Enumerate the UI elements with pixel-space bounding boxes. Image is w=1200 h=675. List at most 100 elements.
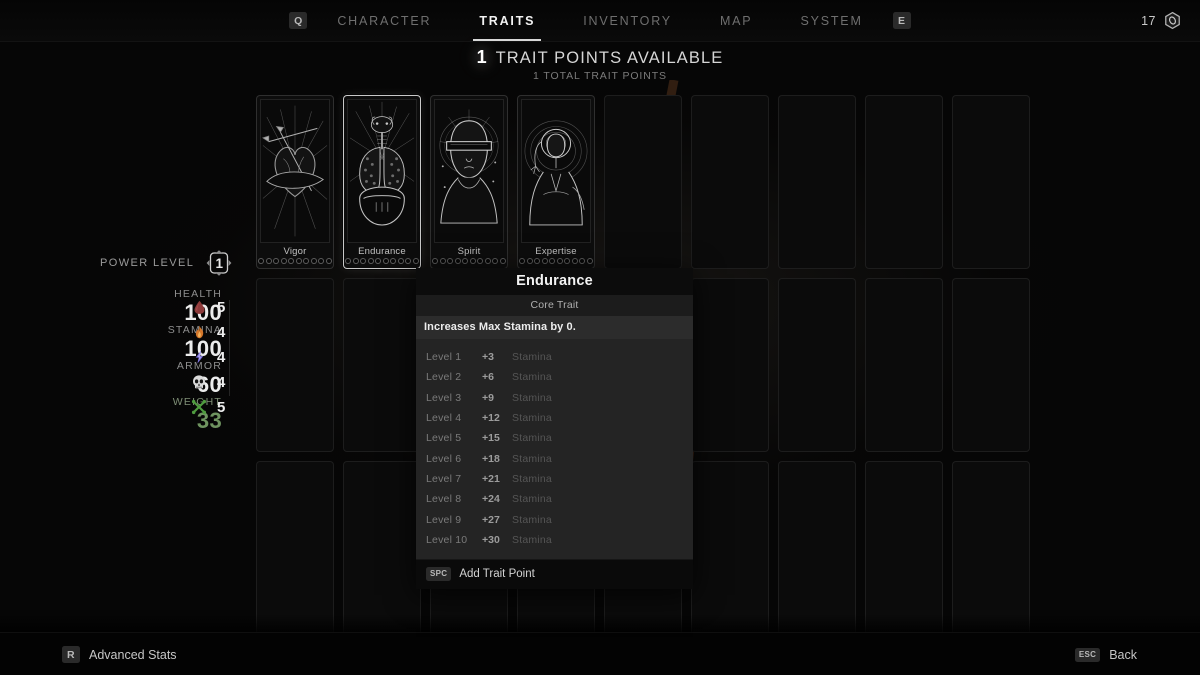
empty-trait-slot[interactable] <box>343 461 421 635</box>
resistance-value: 5 <box>217 398 226 416</box>
trait-pip <box>477 258 484 264</box>
nav-next-key[interactable]: E <box>887 0 917 41</box>
tooltip-level-label: Level 5 <box>426 432 462 445</box>
trait-pip <box>469 258 476 264</box>
trait-pip <box>382 258 389 264</box>
tooltip-level-row: Level 9 +27 Stamina <box>416 509 693 529</box>
tooltip-level-stat: Stamina <box>512 493 552 506</box>
trait-pip <box>390 258 397 264</box>
nav-prev-key[interactable]: Q <box>283 0 313 41</box>
trait-card-level-pips <box>344 258 420 268</box>
empty-trait-slot[interactable] <box>778 278 856 452</box>
empty-trait-slot[interactable] <box>343 278 421 452</box>
trait-card-name: Vigor <box>283 246 307 257</box>
tooltip-level-label: Level 7 <box>426 472 462 485</box>
tooltip-level-amount: +6 <box>482 371 494 384</box>
trait-pip <box>367 258 374 264</box>
empty-trait-slot[interactable] <box>952 461 1030 635</box>
top-navigation-bar: Q CHARACTER TRAITS INVENTORY MAP SYSTEM … <box>0 0 1200 41</box>
trait-pip <box>405 258 412 264</box>
trait-pip <box>397 258 404 264</box>
blindfolded-head-icon <box>434 99 504 243</box>
tab-inventory[interactable]: INVENTORY <box>559 0 696 41</box>
empty-trait-slot[interactable] <box>865 461 943 635</box>
empty-trait-slot[interactable] <box>778 95 856 269</box>
trait-card-endurance[interactable]: Endurance <box>343 95 421 269</box>
trait-card-spirit[interactable]: Spirit <box>430 95 508 269</box>
haloed-figure-icon <box>521 99 591 243</box>
tab-traits[interactable]: TRAITS <box>455 0 559 41</box>
trait-pip <box>534 258 541 264</box>
tooltip-level-stat: Stamina <box>512 412 552 425</box>
advanced-stats-hint[interactable]: R Advanced Stats <box>62 633 177 675</box>
resistance-row: 4 <box>190 322 225 342</box>
tooltip-level-amount: +18 <box>482 452 500 465</box>
tooltip-level-stat: Stamina <box>512 452 552 465</box>
power-level-row: POWER LEVEL 1 <box>100 248 234 278</box>
trait-card-name: Spirit <box>457 246 481 257</box>
trait-card-expertise[interactable]: Expertise <box>517 95 595 269</box>
resistance-row: 4 <box>190 372 225 392</box>
empty-trait-slot[interactable] <box>952 278 1030 452</box>
trait-pip <box>526 258 533 264</box>
tooltip-level-stat: Stamina <box>512 351 552 364</box>
empty-trait-slot[interactable] <box>691 461 769 635</box>
nav-tab-list: Q CHARACTER TRAITS INVENTORY MAP SYSTEM … <box>283 0 916 41</box>
bottom-hint-bar: R Advanced Stats ESC Back <box>0 632 1200 675</box>
tooltip-level-row: Level 4 +12 Stamina <box>416 408 693 428</box>
tooltip-level-amount: +9 <box>482 391 494 404</box>
heart-arrows-icon <box>260 99 330 243</box>
tooltip-level-row: Level 7 +21 Stamina <box>416 469 693 489</box>
tab-character[interactable]: CHARACTER <box>313 0 455 41</box>
trait-card-vigor[interactable]: Vigor <box>256 95 334 269</box>
trait-pip <box>303 258 310 264</box>
tooltip-level-stat: Stamina <box>512 513 552 526</box>
tooltip-level-stat: Stamina <box>512 391 552 404</box>
add-trait-point-action[interactable]: SPC Add Trait Point <box>416 558 693 589</box>
empty-trait-slot[interactable] <box>604 95 682 269</box>
tooltip-level-amount: +30 <box>482 533 500 546</box>
keycap-r-icon: R <box>62 646 80 663</box>
skull-icon <box>190 372 208 392</box>
trait-pip <box>310 258 317 264</box>
trait-points-available-count: 1 <box>476 47 487 67</box>
resistance-row: 5 <box>190 397 225 417</box>
empty-trait-slot[interactable] <box>865 95 943 269</box>
resistance-value: 5 <box>217 298 226 316</box>
trait-pip <box>412 258 419 264</box>
empty-trait-slot[interactable] <box>256 461 334 635</box>
trait-pip <box>499 258 506 264</box>
lightning-icon <box>190 347 208 367</box>
currency-display: 17 <box>1141 0 1182 41</box>
tooltip-level-label: Level 9 <box>426 513 462 526</box>
tab-system[interactable]: SYSTEM <box>776 0 886 41</box>
empty-trait-slot[interactable] <box>952 95 1030 269</box>
empty-trait-slot[interactable] <box>691 278 769 452</box>
tab-map[interactable]: MAP <box>696 0 777 41</box>
back-label: Back <box>1109 647 1137 662</box>
back-hint[interactable]: ESC Back <box>1074 633 1137 675</box>
traits-screen: Q CHARACTER TRAITS INVENTORY MAP SYSTEM … <box>0 0 1200 675</box>
tooltip-level-amount: +24 <box>482 493 500 506</box>
topbar-divider <box>0 41 1200 42</box>
tooltip-level-row: Level 1 +3 Stamina <box>416 347 693 367</box>
trait-pip <box>432 258 439 264</box>
advanced-stats-label: Advanced Stats <box>89 647 177 662</box>
trait-pip <box>564 258 571 264</box>
trait-points-available-row: 1 TRAIT POINTS AVAILABLE <box>477 47 724 68</box>
empty-trait-slot[interactable] <box>256 278 334 452</box>
empty-trait-slot[interactable] <box>865 278 943 452</box>
tooltip-level-row: Level 6 +18 Stamina <box>416 448 693 468</box>
trait-pip <box>454 258 461 264</box>
trait-pip <box>579 258 586 264</box>
trait-pip <box>288 258 295 264</box>
tooltip-level-stat: Stamina <box>512 371 552 384</box>
trait-card-level-pips <box>431 258 507 268</box>
tooltip-level-label: Level 4 <box>426 412 462 425</box>
currency-amount: 17 <box>1141 13 1156 28</box>
empty-trait-slot[interactable] <box>778 461 856 635</box>
empty-trait-slot[interactable] <box>691 95 769 269</box>
tooltip-level-amount: +21 <box>482 472 500 485</box>
power-level-label: POWER LEVEL <box>100 257 195 269</box>
trait-points-header: 1 TRAIT POINTS AVAILABLE 1 TOTAL TRAIT P… <box>0 47 1200 82</box>
